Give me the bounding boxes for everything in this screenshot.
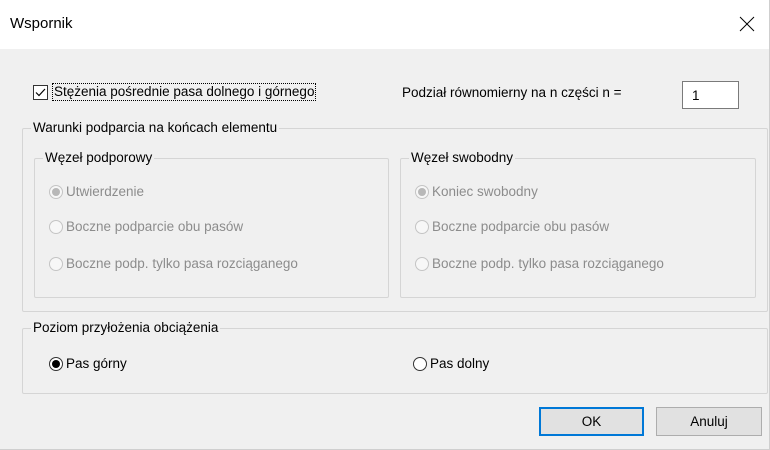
support-lateral-tension-label: Boczne podp. tylko pasa rozciąganego <box>66 256 298 271</box>
free-node-legend: Węzeł swobodny <box>411 150 514 165</box>
free-end-label: Koniec swobodny <box>432 184 538 199</box>
split-count-input[interactable]: 1 <box>682 81 739 109</box>
radio-indicator <box>49 219 63 234</box>
load-level-group: Poziom przyłożenia obciążenia <box>22 320 768 394</box>
support-conditions-legend: Warunki podparcia na końcach elementu <box>33 120 278 135</box>
load-level-legend: Poziom przyłożenia obciążenia <box>33 320 219 335</box>
free-lateral-both-radio[interactable]: Boczne podparcie obu pasów <box>415 219 609 234</box>
cancel-button[interactable]: Anuluj <box>656 407 762 436</box>
top-chord-label: Pas górny <box>66 356 127 371</box>
support-lateral-both-radio[interactable]: Boczne podparcie obu pasów <box>49 219 243 234</box>
checkmark-icon <box>35 88 46 96</box>
radio-indicator <box>415 256 429 271</box>
support-node-legend: Węzeł podporowy <box>45 150 153 165</box>
bracing-checkbox-label: Stężenia pośrednie pasa dolnego i górneg… <box>52 83 317 101</box>
close-icon[interactable] <box>735 12 759 36</box>
ok-button[interactable]: OK <box>539 407 644 436</box>
radio-indicator <box>49 356 63 371</box>
free-lateral-both-label: Boczne podparcie obu pasów <box>432 219 610 234</box>
bottom-chord-label: Pas dolny <box>430 356 490 371</box>
free-lateral-tension-label: Boczne podp. tylko pasa rozciąganego <box>432 256 664 271</box>
radio-indicator <box>415 184 429 199</box>
bracing-checkbox-row[interactable]: Stężenia pośrednie pasa dolnego i górneg… <box>33 83 317 101</box>
support-lateral-tension-radio[interactable]: Boczne podp. tylko pasa rozciąganego <box>49 256 298 271</box>
dialog-window: Wspornik Stężenia pośrednie pasa dolnego… <box>0 0 770 450</box>
free-end-radio[interactable]: Koniec swobodny <box>415 184 538 199</box>
support-fixed-radio[interactable]: Utwierdzenie <box>49 184 144 199</box>
radio-indicator <box>415 219 429 234</box>
window-title: Wspornik <box>10 15 73 32</box>
free-lateral-tension-radio[interactable]: Boczne podp. tylko pasa rozciąganego <box>415 256 664 271</box>
split-label: Podział równomierny na n części n = <box>402 85 622 100</box>
bracing-checkbox[interactable] <box>33 84 48 100</box>
support-lateral-both-label: Boczne podparcie obu pasów <box>66 219 244 234</box>
title-bar: Wspornik <box>0 0 769 49</box>
radio-indicator <box>49 256 63 271</box>
radio-indicator <box>413 356 427 371</box>
radio-indicator <box>49 184 63 199</box>
top-chord-radio[interactable]: Pas górny <box>49 356 127 371</box>
support-fixed-label: Utwierdzenie <box>66 184 145 199</box>
bottom-chord-radio[interactable]: Pas dolny <box>413 356 489 371</box>
